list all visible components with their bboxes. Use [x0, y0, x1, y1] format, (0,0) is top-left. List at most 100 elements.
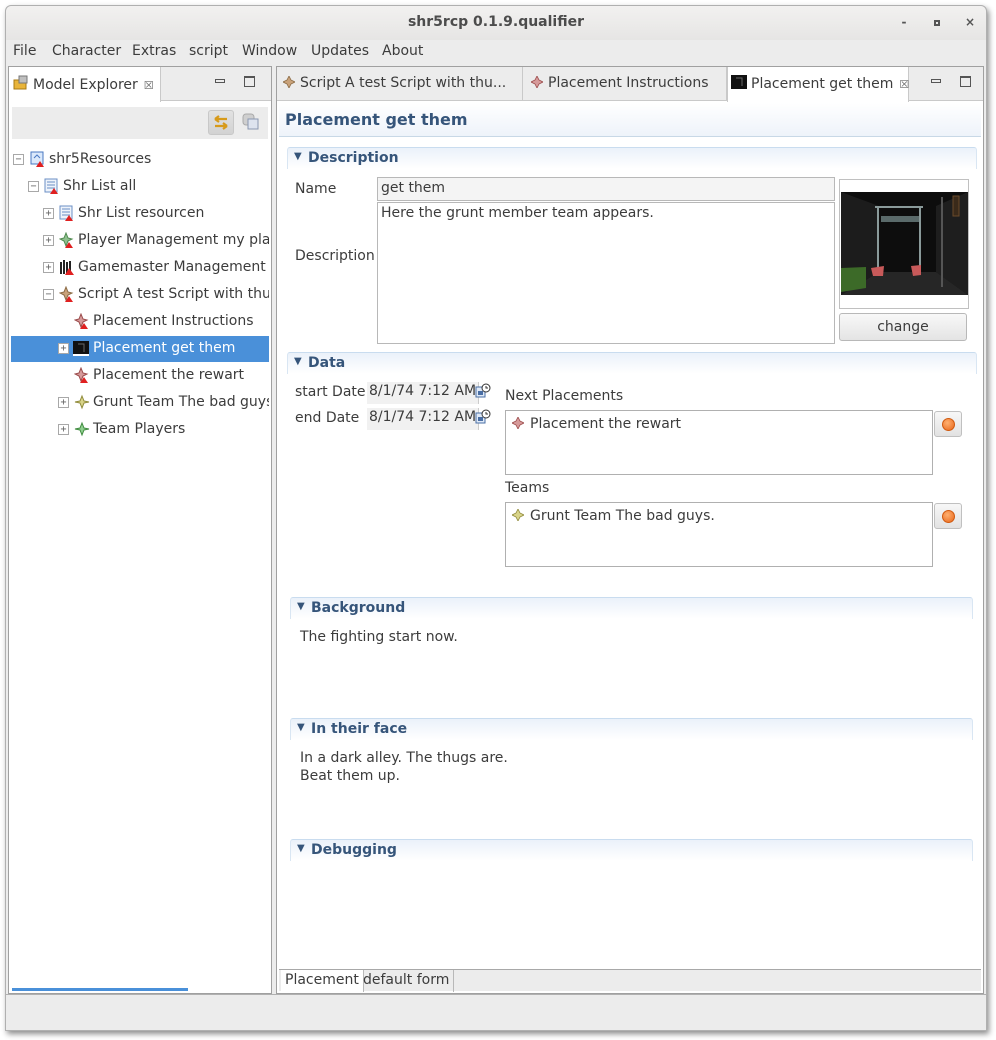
- tree-item-gamemaster-management[interactable]: + Gamemaster Management my: [11, 255, 269, 281]
- minimize-view-button[interactable]: [213, 75, 227, 89]
- tab-label: Placement Instructions: [548, 75, 709, 91]
- text-line: Beat them up.: [300, 768, 401, 784]
- expand-icon[interactable]: +: [43, 262, 54, 273]
- tree-item-placement-get-them[interactable]: + Placement get them: [11, 336, 269, 362]
- title-bar: shr5rcp 0.1.9.qualifier - ×: [6, 6, 986, 40]
- minimize-window-button[interactable]: -: [896, 14, 912, 30]
- placement-icon: [511, 416, 525, 430]
- close-tab-icon[interactable]: ☒: [144, 79, 154, 92]
- name-field[interactable]: get them: [377, 177, 835, 201]
- tree-item-shr-list-all[interactable]: − Shr List all: [11, 174, 269, 200]
- change-image-button[interactable]: change: [839, 313, 967, 341]
- background-text[interactable]: The fighting start now.: [300, 628, 458, 646]
- description-label: Description: [295, 248, 375, 264]
- tab-default-form[interactable]: default form: [359, 970, 455, 992]
- section-description[interactable]: ▼ Description: [287, 147, 977, 169]
- tab-model-explorer-label: Model Explorer: [33, 77, 138, 93]
- section-background[interactable]: ▼ Background: [290, 597, 973, 619]
- maximize-editor-button[interactable]: [959, 75, 973, 89]
- expand-icon[interactable]: +: [43, 235, 54, 246]
- tree-item-shr-list-resourcen[interactable]: + Shr List resourcen: [11, 201, 269, 227]
- collapse-icon[interactable]: −: [28, 181, 39, 192]
- list-item-grunt-team[interactable]: Grunt Team The bad guys.: [511, 508, 715, 524]
- gamemaster-icon: [60, 260, 74, 275]
- date-picker-icon[interactable]: [475, 383, 491, 399]
- collapse-arrow-icon: ▼: [294, 356, 302, 367]
- start-date-label: start Date: [295, 384, 366, 400]
- collapse-all-button[interactable]: [238, 110, 264, 135]
- expand-icon[interactable]: +: [58, 424, 69, 435]
- collapse-icon[interactable]: −: [43, 289, 54, 300]
- section-data[interactable]: ▼ Data: [287, 352, 977, 374]
- tree-item-placement-the-rewart[interactable]: Placement the rewart: [11, 363, 269, 389]
- section-debugging[interactable]: ▼ Debugging: [290, 839, 973, 861]
- teams-label: Teams: [505, 480, 550, 496]
- tree-item-placement-instructions[interactable]: Placement Instructions: [11, 309, 269, 335]
- end-date-field[interactable]: 8/1/74 7:12 AM: [367, 408, 480, 430]
- tree-item-shr5resources[interactable]: − shr5Resources: [11, 147, 269, 173]
- start-date-field[interactable]: 8/1/74 7:12 AM: [367, 382, 480, 404]
- window-title: shr5rcp 0.1.9.qualifier: [407, 14, 585, 30]
- tree-item-label: shr5Resources: [49, 151, 152, 167]
- menu-extras[interactable]: Extras: [132, 43, 176, 59]
- collapse-arrow-icon: ▼: [297, 601, 305, 612]
- collapse-icon[interactable]: −: [13, 154, 24, 165]
- horizontal-scrollbar[interactable]: [12, 988, 188, 991]
- section-title: Debugging: [311, 842, 397, 858]
- list-item-placement-the-rewart[interactable]: Placement the rewart: [511, 416, 681, 432]
- list-item-label: Grunt Team The bad guys.: [530, 508, 715, 524]
- tab-placement-instructions[interactable]: Placement Instructions: [523, 67, 727, 101]
- collapse-arrow-icon: ▼: [297, 722, 305, 733]
- tree-item-label: Shr List resourcen: [78, 205, 205, 221]
- menu-file[interactable]: File: [13, 43, 36, 59]
- close-window-button[interactable]: ×: [962, 14, 978, 30]
- menu-character[interactable]: Character: [52, 43, 121, 59]
- model-explorer-icon: [13, 75, 28, 90]
- tree-item-label: Team Players: [93, 421, 186, 437]
- editor-tabbar: Script A test Script with thu... Placeme…: [277, 67, 983, 102]
- model-explorer-toolbar: [12, 107, 268, 139]
- tab-model-explorer[interactable]: Model Explorer ☒: [9, 67, 161, 102]
- description-field[interactable]: Here the grunt member team appears.: [377, 202, 835, 344]
- editor-page-tabs: Placement default form: [279, 969, 981, 992]
- menu-updates[interactable]: Updates: [311, 43, 369, 59]
- tree-item-label: Grunt Team The bad guys.: [93, 394, 269, 410]
- menu-about[interactable]: About: [382, 43, 423, 59]
- maximize-icon: [934, 20, 940, 26]
- placement-icon: [530, 75, 544, 89]
- tree-item-script[interactable]: − Script A test Script with thugs: [11, 282, 269, 308]
- minimize-editor-button[interactable]: [929, 75, 943, 89]
- collapse-all-icon: [242, 113, 259, 130]
- menu-window[interactable]: Window: [242, 43, 297, 59]
- teams-list[interactable]: Grunt Team The bad guys.: [505, 502, 933, 567]
- next-placements-list[interactable]: Placement the rewart: [505, 410, 933, 475]
- tree-item-grunt-team[interactable]: + Grunt Team The bad guys.: [11, 390, 269, 416]
- link-with-editor-button[interactable]: [208, 110, 234, 135]
- tree-item-team-players[interactable]: + Team Players: [11, 417, 269, 443]
- date-picker-icon[interactable]: [475, 409, 491, 425]
- tab-script[interactable]: Script A test Script with thu...: [277, 67, 523, 101]
- tab-placement-page[interactable]: Placement: [281, 970, 364, 992]
- maximize-window-button[interactable]: [929, 14, 945, 30]
- in-their-face-text[interactable]: In a dark alley. The thugs are. Beat the…: [300, 749, 508, 785]
- next-placements-label: Next Placements: [505, 388, 624, 404]
- model-explorer-tabbar: Model Explorer ☒: [9, 67, 271, 102]
- tree-item-player-management[interactable]: + Player Management my players: [11, 228, 269, 254]
- tree-item-label: Gamemaster Management my: [78, 259, 269, 275]
- resource-set-icon: [30, 151, 44, 167]
- edit-teams-button[interactable]: [934, 503, 962, 529]
- maximize-view-button[interactable]: [243, 75, 257, 89]
- status-bar: [6, 994, 986, 1030]
- team-icon: [511, 508, 525, 522]
- close-tab-icon[interactable]: ☒: [899, 78, 909, 91]
- tab-placement-get-them[interactable]: Placement get them ☒: [727, 67, 909, 102]
- edit-next-placements-button[interactable]: [934, 411, 962, 437]
- model-explorer-panel: Model Explorer ☒ − shr5Resources − Shr L…: [8, 66, 272, 994]
- expand-icon[interactable]: +: [43, 208, 54, 219]
- expand-icon[interactable]: +: [58, 397, 69, 408]
- placement-icon: [74, 367, 89, 383]
- expand-icon[interactable]: +: [58, 343, 69, 354]
- section-in-their-face[interactable]: ▼ In their face: [290, 718, 973, 740]
- menu-script[interactable]: script: [189, 43, 228, 59]
- section-title: In their face: [311, 721, 408, 737]
